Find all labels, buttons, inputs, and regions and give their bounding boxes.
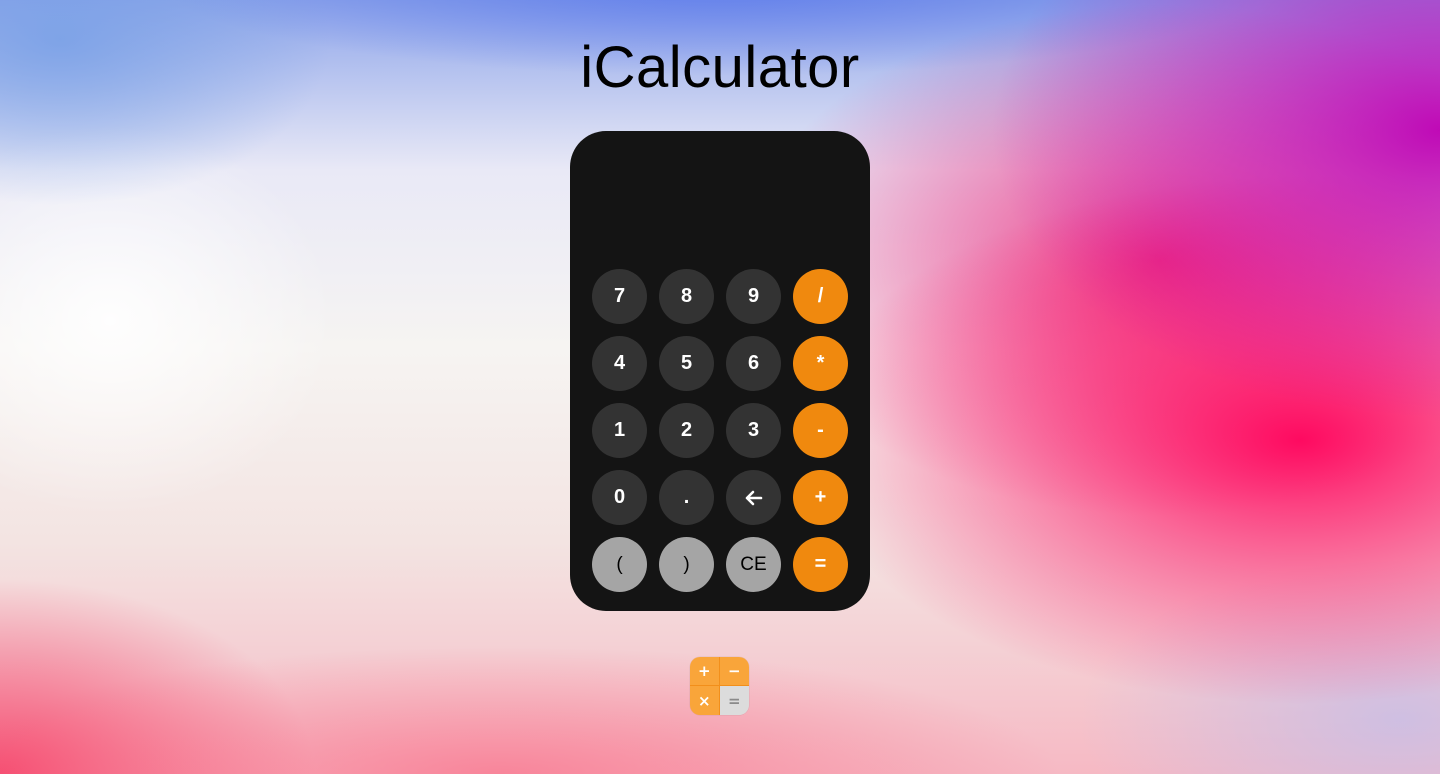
key-3[interactable]: 3 — [726, 403, 781, 458]
key-decimal[interactable]: . — [659, 470, 714, 525]
key-equals-label: = — [814, 553, 827, 575]
key-close-paren[interactable]: ) — [659, 537, 714, 592]
key-4-label: 4 — [613, 352, 626, 374]
key-5-label: 5 — [680, 352, 693, 374]
key-6-label: 6 — [747, 352, 760, 374]
keypad: 7 8 9 / 4 5 6 * 1 2 3 - 0. + () CE = — [592, 269, 848, 592]
key-multiply[interactable]: * — [793, 336, 848, 391]
key-add[interactable]: + — [793, 470, 848, 525]
key-subtract-label: - — [817, 419, 824, 441]
key-add-label: + — [814, 486, 827, 508]
key-multiply-label: * — [816, 352, 825, 374]
key-3-label: 3 — [747, 419, 760, 441]
key-backspace[interactable] — [726, 470, 781, 525]
key-2-label: 2 — [680, 419, 693, 441]
calculator-app-icon[interactable]: + − × = — [690, 657, 749, 715]
key-clear-entry-label: CE — [740, 553, 767, 575]
key-1[interactable]: 1 — [592, 403, 647, 458]
key-decimal-label: . — [683, 486, 690, 508]
key-4[interactable]: 4 — [592, 336, 647, 391]
key-5[interactable]: 5 — [659, 336, 714, 391]
key-open-paren-label: ( — [616, 553, 623, 575]
key-7[interactable]: 7 — [592, 269, 647, 324]
key-9-label: 9 — [747, 285, 760, 307]
key-open-paren[interactable]: ( — [592, 537, 647, 592]
key-subtract[interactable]: - — [793, 403, 848, 458]
key-7-label: 7 — [613, 285, 626, 307]
key-6[interactable]: 6 — [726, 336, 781, 391]
key-equals[interactable]: = — [793, 537, 848, 592]
minus-symbol: − — [719, 657, 749, 686]
key-divide-label: / — [817, 285, 824, 307]
key-8[interactable]: 8 — [659, 269, 714, 324]
backspace-arrow-icon — [745, 490, 762, 505]
key-clear-entry[interactable]: CE — [726, 537, 781, 592]
times-symbol: × — [690, 686, 720, 715]
key-divide[interactable]: / — [793, 269, 848, 324]
calculator-display — [590, 151, 850, 261]
key-0[interactable]: 0 — [592, 470, 647, 525]
page-title: iCalculator — [580, 35, 860, 100]
equals-symbol: = — [719, 686, 749, 715]
key-9[interactable]: 9 — [726, 269, 781, 324]
key-2[interactable]: 2 — [659, 403, 714, 458]
key-1-label: 1 — [613, 419, 626, 441]
key-0-label: 0 — [613, 486, 626, 508]
calculator: 7 8 9 / 4 5 6 * 1 2 3 - 0. + () CE = — [570, 131, 870, 611]
key-close-paren-label: ) — [683, 553, 690, 575]
key-8-label: 8 — [680, 285, 693, 307]
plus-symbol: + — [690, 657, 720, 686]
